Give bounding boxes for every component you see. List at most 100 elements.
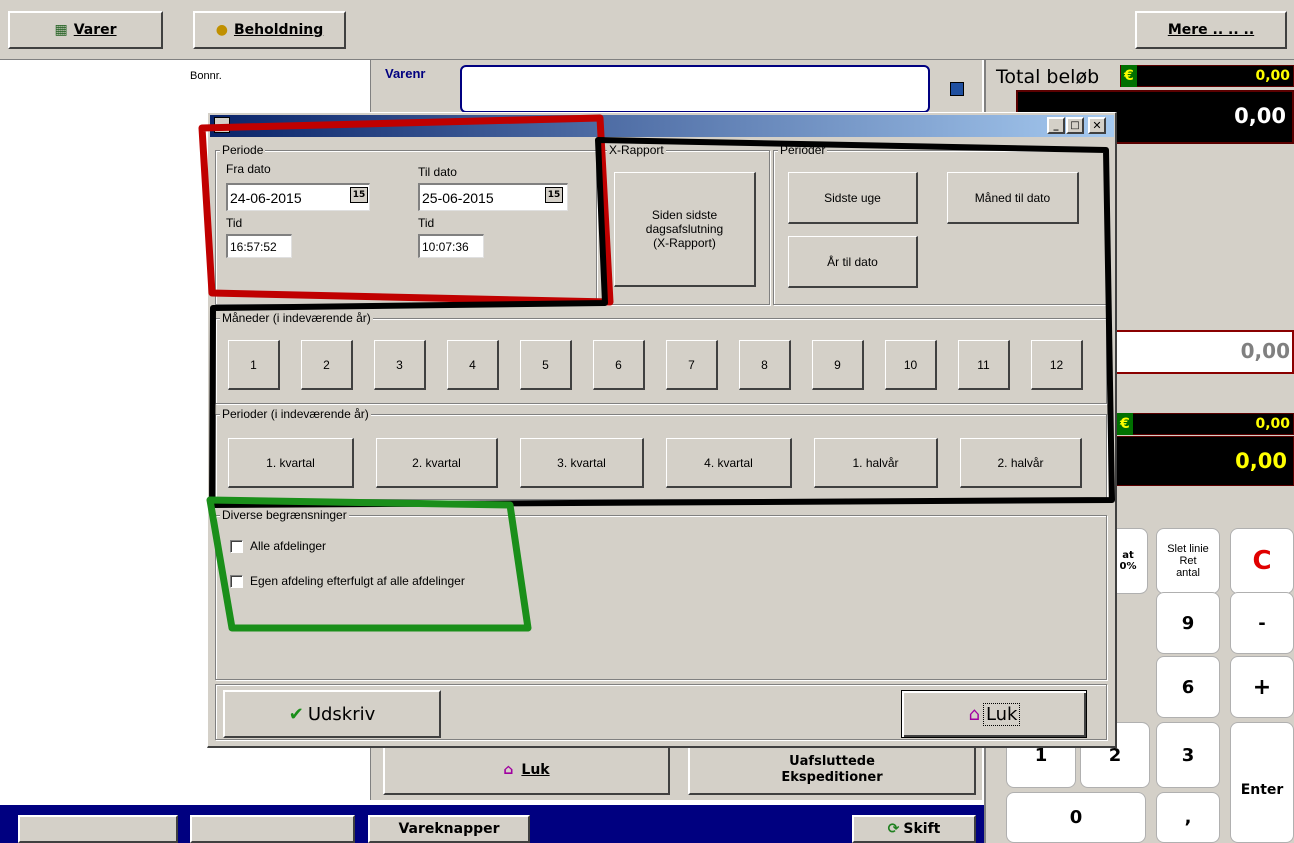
key-9[interactable]: 9 [1156, 592, 1220, 654]
sidste-uge-button[interactable]: Sidste uge [788, 172, 918, 224]
key-0[interactable]: 0 [1006, 792, 1146, 843]
enter-key[interactable]: Enter [1230, 722, 1294, 843]
period-button-4-kvartal[interactable]: 4. kvartal [666, 438, 792, 488]
amount-field-value: 0,00 [1240, 339, 1290, 363]
slet-linie-label: Slet linie [1167, 543, 1209, 555]
period-button-1-halvaar[interactable]: 1. halvår [814, 438, 938, 488]
period-button-1-kvartal[interactable]: 1. kvartal [228, 438, 354, 488]
moms-label-2: 0% [1119, 561, 1137, 572]
month-button-9[interactable]: 9 [812, 340, 864, 390]
til-tid-label: Tid [418, 216, 435, 230]
month-button-4[interactable]: 4 [447, 340, 499, 390]
month-button-12[interactable]: 12 [1031, 340, 1083, 390]
varer-label: Varer [73, 22, 117, 38]
month-button-6[interactable]: 6 [593, 340, 645, 390]
close-button[interactable]: ✕ [1088, 117, 1106, 134]
dialog-title-bar [210, 115, 1114, 137]
stack-icon: ▦ [54, 22, 68, 38]
fra-tid-value: 16:57:52 [230, 239, 277, 254]
month-button-1[interactable]: 1 [228, 340, 280, 390]
varenr-label: Varenr [385, 66, 426, 81]
key-6[interactable]: 6 [1156, 656, 1220, 718]
til-dato-value: 25-06-2015 [422, 189, 494, 206]
alle-afdelinger-label: Alle afdelinger [250, 539, 327, 553]
maaned-til-dato-button[interactable]: Måned til dato [947, 172, 1079, 224]
door-icon: ⌂ [503, 762, 514, 778]
periode-group-label: Periode [220, 143, 266, 157]
luk-button[interactable]: ⌂ Luk [901, 690, 1087, 738]
alle-afdelinger-checkbox[interactable] [230, 540, 243, 553]
xrapport-line-3: (X-Rapport) [653, 236, 716, 250]
uafsluttede-button[interactable]: Uafsluttede Ekspeditioner [688, 745, 976, 795]
skift-button[interactable]: ⟳ Skift [852, 815, 976, 843]
uafsluttede-line-1: Uafsluttede [789, 754, 875, 769]
clear-key[interactable]: C [1230, 528, 1294, 594]
key-minus[interactable]: - [1230, 592, 1294, 654]
varenr-input[interactable] [460, 65, 930, 113]
fra-dato-field[interactable]: 24-06-2015 [226, 183, 370, 211]
mere-button[interactable]: Mere .. .. .. [1135, 11, 1287, 49]
bonnr-label: Bonnr. [190, 70, 222, 82]
aar-til-dato-button[interactable]: År til dato [788, 236, 918, 288]
xrapport-line-1: Siden sidste [651, 208, 718, 222]
diverse-group: Diverse begrænsninger [215, 508, 1107, 680]
refresh-icon: ⟳ [887, 821, 900, 837]
til-calendar-icon[interactable]: 15 [545, 187, 563, 203]
bottom-left-button-2[interactable] [190, 815, 355, 843]
antal-label: antal [1176, 567, 1200, 579]
egen-afdeling-checkbox[interactable] [230, 575, 243, 588]
fra-calendar-icon[interactable]: 15 [350, 187, 368, 203]
euro-icon-2: € [1117, 413, 1133, 435]
vareknapper-button[interactable]: Vareknapper [368, 815, 530, 843]
month-button-3[interactable]: 3 [374, 340, 426, 390]
moms-label-1: at [1122, 550, 1134, 561]
maximize-button[interactable]: □ [1066, 117, 1084, 134]
period-button-2-halvaar[interactable]: 2. halvår [960, 438, 1082, 488]
maaneder-group-label: Måneder (i indeværende år) [220, 311, 373, 325]
period-button-2-kvartal[interactable]: 2. kvartal [376, 438, 498, 488]
key-comma[interactable]: , [1156, 792, 1220, 843]
xrapport-button[interactable]: Siden sidste dagsafslutning (X-Rapport) [614, 172, 756, 287]
key-3[interactable]: 3 [1156, 722, 1220, 788]
luk-label: Luk [982, 702, 1021, 726]
checkmark-icon: ✔ [288, 703, 304, 725]
beholdning-button[interactable]: ● Beholdning [193, 11, 346, 49]
value-2: 0,00 [1116, 436, 1294, 486]
fra-dato-value: 24-06-2015 [230, 189, 302, 206]
fra-dato-label: Fra dato [226, 162, 271, 176]
month-button-2[interactable]: 2 [301, 340, 353, 390]
month-button-7[interactable]: 7 [666, 340, 718, 390]
til-tid-field[interactable]: 10:07:36 [418, 234, 484, 258]
month-button-8[interactable]: 8 [739, 340, 791, 390]
diverse-group-label: Diverse begrænsninger [220, 508, 349, 522]
minimize-button[interactable]: _ [1047, 117, 1065, 134]
vareknapper-label: Vareknapper [398, 821, 500, 837]
key-plus[interactable]: + [1230, 656, 1294, 718]
euro-value-2: 0,00 [1255, 416, 1290, 432]
month-button-11[interactable]: 11 [958, 340, 1010, 390]
luk-behind-label: Luk [521, 762, 550, 778]
uafsluttede-line-2: Ekspeditioner [781, 770, 883, 785]
ret-label: Ret [1179, 555, 1197, 567]
month-button-5[interactable]: 5 [520, 340, 572, 390]
fra-tid-label: Tid [226, 216, 243, 230]
xrapport-line-2: dagsafslutning [645, 222, 724, 236]
total-euro-value: 0,00 [1255, 68, 1290, 84]
calculator-icon[interactable] [950, 82, 964, 96]
skift-label: Skift [903, 821, 941, 837]
fra-tid-field[interactable]: 16:57:52 [226, 234, 292, 258]
luk-button-behind[interactable]: ⌂ Luk [383, 745, 670, 795]
month-button-10[interactable]: 10 [885, 340, 937, 390]
udskriv-button[interactable]: ✔ Udskriv [223, 690, 441, 738]
til-dato-label: Til dato [418, 165, 457, 179]
egen-afdeling-label: Egen afdeling efterfulgt af alle afdelin… [250, 574, 465, 588]
bottom-left-button-1[interactable] [18, 815, 178, 843]
perioder-group-label: Perioder [778, 143, 828, 157]
mere-label: Mere .. .. .. [1167, 22, 1255, 38]
slet-linie-key[interactable]: Slet linie Ret antal [1156, 528, 1220, 594]
door-icon-2: ⌂ [968, 703, 980, 725]
varer-button[interactable]: ▦ Varer [8, 11, 163, 49]
euro-icon: € [1121, 65, 1137, 87]
perioder2-group-label: Perioder (i indeværende år) [220, 407, 371, 421]
period-button-3-kvartal[interactable]: 3. kvartal [520, 438, 644, 488]
